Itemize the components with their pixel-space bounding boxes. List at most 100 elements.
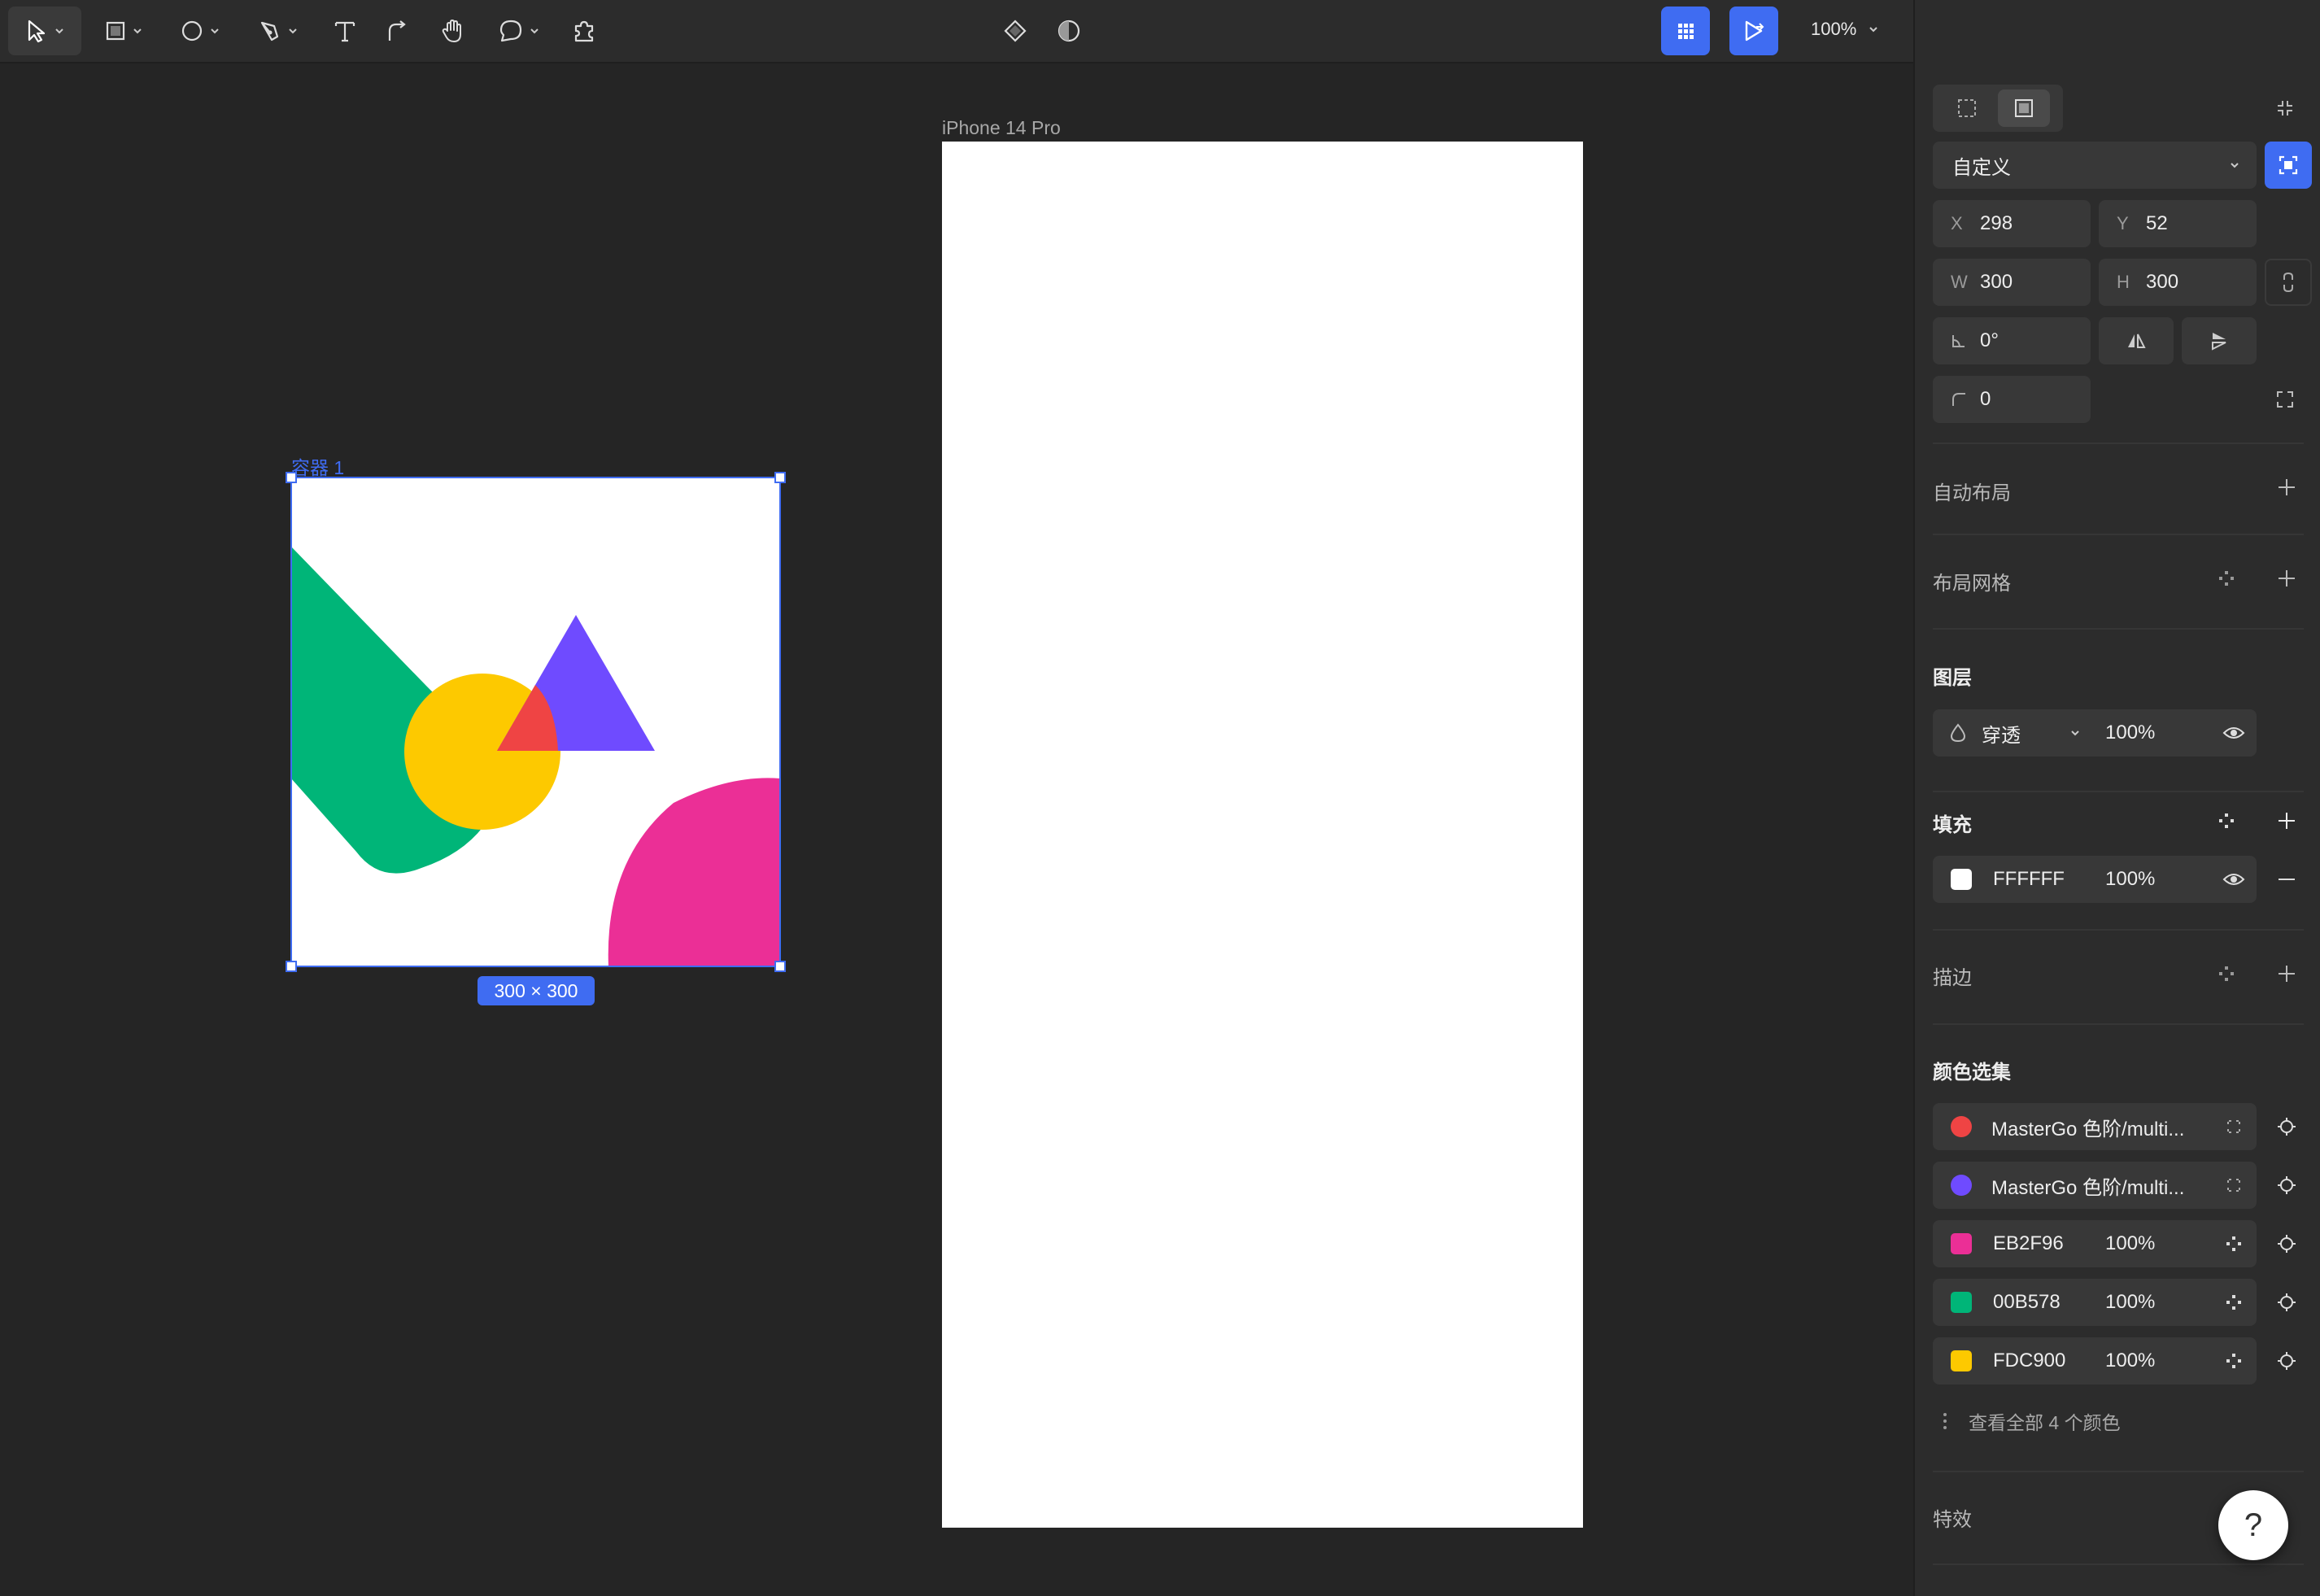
layer-opacity[interactable]: 100% xyxy=(2105,722,2155,744)
fill-title: 填充 xyxy=(1933,814,1972,836)
add-stroke-button[interactable] xyxy=(2273,960,2300,988)
plus-icon xyxy=(2279,813,2295,829)
prototype-button[interactable] xyxy=(1729,7,1778,55)
color-swatch[interactable] xyxy=(1951,1175,1972,1196)
text-tool[interactable] xyxy=(327,0,363,62)
hand-tool[interactable] xyxy=(434,0,470,62)
y-field[interactable]: Y 52 xyxy=(2099,200,2257,247)
frame-title[interactable]: iPhone 14 Pro xyxy=(942,117,1061,139)
target-icon xyxy=(2278,1118,2296,1136)
divider xyxy=(1933,929,2304,931)
rotation-field[interactable]: 0° xyxy=(1933,317,2091,364)
absolute-mode-button[interactable] xyxy=(1943,89,1991,127)
styles-icon[interactable] xyxy=(2224,1234,2244,1254)
dashed-frame-icon xyxy=(1958,99,1976,117)
chevron-down-icon xyxy=(289,28,297,34)
comment-tool[interactable] xyxy=(490,0,548,62)
color-swatch[interactable] xyxy=(1951,1350,1972,1371)
color-swatch[interactable] xyxy=(1951,1292,1972,1313)
selection-color-row[interactable]: 00B578 100% xyxy=(1933,1279,2257,1326)
chevron-down-icon xyxy=(530,28,539,34)
independent-corners-button[interactable] xyxy=(2265,379,2305,420)
divider xyxy=(1933,534,2304,535)
height-field[interactable]: H 300 xyxy=(2099,259,2257,306)
frame-mode-button[interactable] xyxy=(1998,89,2050,127)
move-tool[interactable] xyxy=(8,7,81,55)
selection-color-row[interactable]: MasterGo 色阶/multi... xyxy=(1933,1103,2257,1150)
component-tool[interactable] xyxy=(997,0,1033,62)
fill-opacity[interactable]: 100% xyxy=(2105,868,2155,891)
selection-color-row[interactable]: FDC900 100% xyxy=(1933,1337,2257,1385)
detach-style-icon[interactable] xyxy=(2224,1117,2244,1136)
iphone-frame[interactable] xyxy=(942,142,1583,1528)
ellipse-tool[interactable] xyxy=(171,0,229,62)
mask-tool[interactable] xyxy=(1051,0,1087,62)
select-matching-button[interactable] xyxy=(2273,1347,2300,1375)
styles-icon[interactable] xyxy=(2224,1293,2244,1312)
connector-tool[interactable] xyxy=(379,0,415,62)
add-fill-button[interactable] xyxy=(2273,807,2300,835)
x-field[interactable]: X 298 xyxy=(1933,200,2091,247)
eye-icon[interactable] xyxy=(2222,725,2245,741)
plugin-tool[interactable] xyxy=(566,0,602,62)
selection-color-row[interactable]: EB2F96 100% xyxy=(1933,1220,2257,1267)
width-field[interactable]: W 300 xyxy=(1933,259,2091,306)
plus-icon xyxy=(2279,570,2295,587)
frame-preset-dropdown[interactable]: 自定义 xyxy=(1933,142,2257,189)
flip-vertical-button[interactable] xyxy=(2182,317,2257,364)
chevron-down-icon xyxy=(211,28,219,34)
rotation-value: 0° xyxy=(1980,329,1999,351)
dev-mode-button[interactable] xyxy=(1661,7,1710,55)
help-button[interactable]: ? xyxy=(2218,1490,2288,1560)
pen-tool[interactable] xyxy=(249,0,307,62)
add-auto-layout-button[interactable] xyxy=(2273,473,2300,501)
fill-swatch[interactable] xyxy=(1951,869,1972,890)
view-all-colors-link[interactable]: 查看全部 4 个颜色 xyxy=(1941,1407,2121,1435)
divider xyxy=(1933,1563,2304,1565)
constrain-proportions-button[interactable] xyxy=(2265,259,2312,306)
design-canvas[interactable]: iPhone 14 Pro 容器 1 300 × 300 xyxy=(0,63,1913,1596)
mask-icon xyxy=(1058,20,1080,42)
properties-panel: 自定义 X 298 Y 52 W 300 H 300 0° 0 自动布局 布局网… xyxy=(1913,0,2320,1596)
rectangle-icon xyxy=(106,21,125,41)
layout-mode-toggle xyxy=(1933,85,2063,132)
styles-icon[interactable] xyxy=(2224,1351,2244,1371)
rectangle-tool[interactable] xyxy=(94,0,153,62)
blend-mode-dropdown[interactable]: 穿透 xyxy=(1982,719,2069,748)
fit-frame-button[interactable] xyxy=(2265,142,2312,189)
color-swatch[interactable] xyxy=(1951,1116,1972,1137)
add-layout-grid-button[interactable] xyxy=(2273,565,2300,592)
selection-box[interactable] xyxy=(285,471,787,973)
remove-fill-button[interactable] xyxy=(2273,866,2300,893)
detach-style-icon[interactable] xyxy=(2224,1175,2244,1195)
color-hex: 00B578 xyxy=(1993,1291,2061,1313)
target-icon xyxy=(2278,1235,2296,1253)
grid-styles-button[interactable] xyxy=(2213,565,2240,592)
collapse-button[interactable] xyxy=(2265,88,2305,129)
corner-radius-field[interactable]: 0 xyxy=(1933,376,2091,423)
select-matching-button[interactable] xyxy=(2273,1230,2300,1258)
fill-styles-button[interactable] xyxy=(2213,807,2240,835)
color-swatch[interactable] xyxy=(1951,1233,1972,1254)
w-value: 300 xyxy=(1980,271,2013,293)
resize-handle xyxy=(286,961,297,972)
frame-icon xyxy=(2015,99,2033,117)
h-value: 300 xyxy=(2146,271,2179,293)
text-icon xyxy=(334,21,355,42)
plus-icon xyxy=(2279,479,2295,495)
plus-icon xyxy=(2279,966,2295,982)
dev-mode-icon xyxy=(1678,24,1694,39)
preset-value: 自定义 xyxy=(1952,156,2011,179)
eye-icon[interactable] xyxy=(2222,871,2245,887)
stroke-styles-button[interactable] xyxy=(2213,960,2240,988)
fill-hex[interactable]: FFFFFF xyxy=(1993,868,2105,891)
divider xyxy=(1933,1471,2304,1472)
select-matching-button[interactable] xyxy=(2273,1171,2300,1199)
zoom-level[interactable]: 100% xyxy=(1811,0,1879,59)
select-matching-button[interactable] xyxy=(2273,1289,2300,1316)
selection-color-row[interactable]: MasterGo 色阶/multi... xyxy=(1933,1162,2257,1209)
select-matching-button[interactable] xyxy=(2273,1113,2300,1140)
flip-horizontal-button[interactable] xyxy=(2099,317,2174,364)
target-icon xyxy=(2278,1293,2296,1311)
divider xyxy=(1933,443,2304,444)
